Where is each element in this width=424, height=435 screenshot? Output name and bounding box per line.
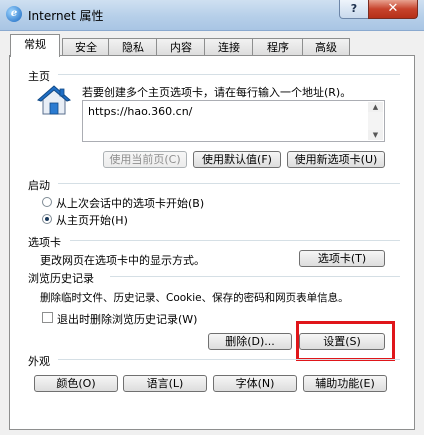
history-separator [110,276,400,277]
homepage-section-label: 主页 [28,70,50,83]
help-button[interactable]: ? [339,0,369,19]
textarea-scrollbar[interactable] [368,112,383,130]
tab-privacy[interactable]: 隐私 [108,38,158,56]
appearance-separator [58,359,400,360]
delete-history-button[interactable]: 删除(D)... [208,333,292,350]
languages-button[interactable]: 语言(L) [123,375,207,392]
tab-content[interactable]: 内容 [156,38,206,56]
house-icon [37,85,71,115]
tabs-separator [70,240,400,241]
use-default-button[interactable]: 使用默认值(F) [193,151,281,168]
close-button[interactable]: ✕ [368,0,418,19]
delete-on-exit-label: 退出时删除浏览历史记录(W) [57,313,198,326]
tabs-section-label: 选项卡 [28,236,61,249]
history-description: 删除临时文件、历史记录、Cookie、保存的密码和网页表单信息。 [40,292,349,304]
startup-homepage-radio[interactable] [42,214,52,224]
use-current-page-button[interactable]: 使用当前页(C) [103,151,187,168]
tabs-settings-button[interactable]: 选项卡(T) [299,250,385,267]
tab-general[interactable]: 常规 [10,34,60,57]
highlight-annotation [296,321,395,361]
scroll-up-arrow-icon[interactable]: ▲ [368,102,383,112]
tab-security[interactable]: 安全 [62,38,110,56]
startup-section-label: 启动 [28,179,50,192]
accessibility-button[interactable]: 辅助功能(E) [303,375,387,392]
homepage-instruction: 若要创建多个主页选项卡，请在每行输入一个地址(R)。 [82,86,352,99]
tab-advanced[interactable]: 高级 [302,38,350,56]
dialog-bottom-strip [0,430,424,435]
homepage-url-value: https://hao.360.cn/ [88,105,193,118]
tabs-description: 更改网页在选项卡中的显示方式。 [40,254,205,267]
startup-homepage-label: 从主页开始(H) [56,214,128,227]
history-section-label: 浏览历史记录 [28,272,94,285]
startup-last-session-radio[interactable] [42,197,52,207]
delete-on-exit-checkbox[interactable] [42,312,53,323]
colors-button[interactable]: 颜色(O) [34,375,118,392]
tab-connections[interactable]: 连接 [204,38,254,56]
homepage-url-textarea[interactable]: https://hao.360.cn/ ▲ ▼ [82,100,385,142]
startup-separator [58,183,400,184]
startup-last-session-label: 从上次会话中的选项卡开始(B) [56,197,205,210]
window-title: Internet 属性 [28,9,104,23]
scroll-down-arrow-icon[interactable]: ▼ [368,130,383,140]
homepage-separator [58,74,400,75]
tab-programs[interactable]: 程序 [252,38,304,56]
appearance-section-label: 外观 [28,355,50,368]
title-bar: e Internet 属性 ? ✕ [0,0,424,31]
fonts-button[interactable]: 字体(N) [213,375,297,392]
use-new-tab-button[interactable]: 使用新选项卡(U) [287,151,385,168]
internet-explorer-icon: e [6,6,22,22]
